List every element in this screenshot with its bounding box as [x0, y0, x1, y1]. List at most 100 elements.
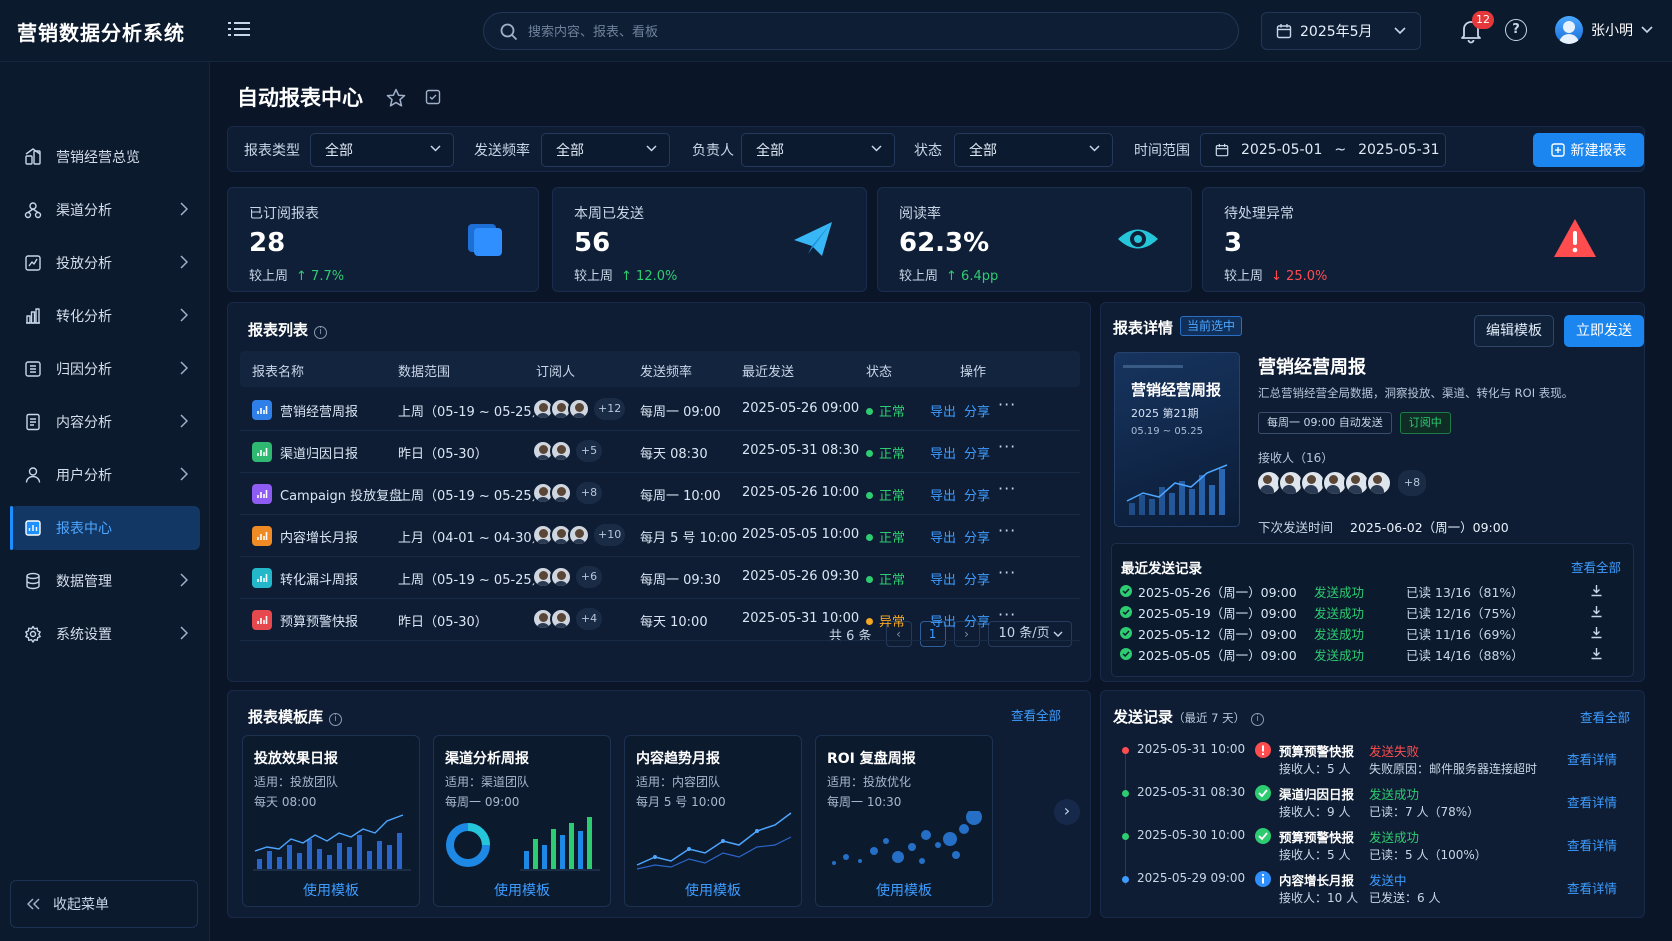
subscriber-avatars[interactable]: +6: [532, 566, 602, 588]
table-row[interactable]: Campaign 投放复盘 上周（05-19 ~ 05-25） +8 每周一 10:0…: [240, 473, 1080, 515]
search-box[interactable]: [483, 12, 1239, 50]
filter-freq-select[interactable]: 全部: [541, 133, 670, 167]
export-link[interactable]: 导出: [930, 401, 956, 420]
sidebar-item-3[interactable]: 转化分析: [10, 294, 200, 338]
template-card[interactable]: ROI 复盘周报 适用：投放优化 每周一 10:30 使用模板: [815, 735, 993, 907]
table-row[interactable]: 预算预警快报 昨日（05-30） +4 每天 10:00 2025-05-31 10:0…: [240, 599, 1080, 641]
recent-view-all-link[interactable]: 查看全部: [1571, 557, 1621, 576]
report-name[interactable]: 预算预警快报: [280, 611, 358, 630]
template-card[interactable]: 渠道分析周报 适用：渠道团队 每周一 09:00 使用模板: [433, 735, 611, 907]
send-log-view-all-link[interactable]: 查看全部: [1580, 707, 1630, 726]
edit-icon[interactable]: [425, 89, 441, 105]
download-icon[interactable]: [1590, 626, 1603, 639]
star-icon[interactable]: [386, 88, 406, 108]
download-icon[interactable]: [1590, 647, 1603, 660]
subscriber-avatars[interactable]: +4: [532, 608, 602, 630]
template-card[interactable]: 内容趋势月报 适用：内容团队 每月 5 号 10:00 使用模板: [624, 735, 802, 907]
export-link[interactable]: 导出: [930, 443, 956, 462]
more-options-icon[interactable]: ···: [998, 521, 1016, 540]
send-log-report-name[interactable]: 内容增长月报: [1279, 870, 1354, 889]
templates-view-all-link[interactable]: 查看全部: [1011, 705, 1061, 724]
sidebar-item-6[interactable]: 用户分析: [10, 453, 200, 497]
download-icon[interactable]: [1590, 605, 1603, 618]
check-circle-icon: [1120, 627, 1132, 639]
share-link[interactable]: 分享: [964, 401, 990, 420]
next-templates-arrow[interactable]: ›: [1054, 799, 1080, 825]
table-row[interactable]: 营销经营周报 上周（05-19 ~ 05-25） +12 每周一 09:00 2025-…: [240, 389, 1080, 431]
download-icon[interactable]: [1590, 584, 1603, 597]
more-options-icon[interactable]: ···: [998, 479, 1016, 498]
view-detail-link[interactable]: 查看详情: [1567, 792, 1617, 811]
send-log-report-name[interactable]: 预算预警快报: [1279, 827, 1354, 846]
filter-status-select[interactable]: 全部: [954, 133, 1113, 167]
share-link[interactable]: 分享: [964, 611, 990, 630]
view-detail-link[interactable]: 查看详情: [1567, 835, 1617, 854]
more-options-icon[interactable]: ···: [998, 437, 1016, 456]
report-name[interactable]: 转化漏斗周报: [280, 569, 358, 588]
sidebar-item-4[interactable]: 归因分析: [10, 347, 200, 391]
info-icon[interactable]: i: [314, 326, 328, 339]
date-range-picker[interactable]: 2025-05-01 ~ 2025-05-31: [1200, 133, 1446, 167]
subscriber-avatars[interactable]: +12: [532, 398, 626, 420]
share-link[interactable]: 分享: [964, 527, 990, 546]
use-template-button[interactable]: 使用模板: [816, 880, 992, 900]
collapse-menu-button[interactable]: 收起菜单: [10, 880, 198, 928]
use-template-button[interactable]: 使用模板: [625, 880, 801, 900]
filter-type-select[interactable]: 全部: [310, 133, 454, 167]
menu-toggle-icon[interactable]: [228, 18, 250, 40]
export-link[interactable]: 导出: [930, 611, 956, 630]
info-icon[interactable]: i: [329, 713, 343, 726]
export-link[interactable]: 导出: [930, 569, 956, 588]
share-link[interactable]: 分享: [964, 569, 990, 588]
kpi-card-0[interactable]: 已订阅报表 28 较上周 ↑ 7.7%: [227, 187, 539, 292]
filter-owner-select[interactable]: 全部: [741, 133, 895, 167]
share-link[interactable]: 分享: [964, 485, 990, 504]
share-link[interactable]: 分享: [964, 443, 990, 462]
sidebar-item-0[interactable]: 营销经营总览: [10, 135, 200, 179]
kpi-card-1[interactable]: 本周已发送 56 较上周 ↑ 12.0%: [552, 187, 867, 292]
more-options-icon[interactable]: ···: [998, 563, 1016, 582]
send-log-report-name[interactable]: 渠道归因日报: [1279, 784, 1354, 803]
export-link[interactable]: 导出: [930, 527, 956, 546]
send-log-report-name[interactable]: 预算预警快报: [1279, 741, 1354, 760]
export-link[interactable]: 导出: [930, 485, 956, 504]
edit-template-button[interactable]: 编辑模板: [1474, 315, 1554, 347]
user-menu[interactable]: 张小明: [1555, 16, 1653, 44]
use-template-button[interactable]: 使用模板: [434, 880, 610, 900]
use-template-button[interactable]: 使用模板: [243, 880, 419, 900]
report-type-icon: [252, 610, 272, 630]
report-name[interactable]: 营销经营周报: [280, 401, 358, 420]
help-icon[interactable]: ?: [1505, 19, 1527, 41]
sidebar-item-2[interactable]: 投放分析: [10, 241, 200, 285]
report-name[interactable]: Campaign 投放复盘: [280, 485, 402, 504]
view-detail-link[interactable]: 查看详情: [1567, 878, 1617, 897]
subscriber-avatars[interactable]: +10: [532, 524, 626, 546]
info-icon[interactable]: i: [1251, 713, 1265, 726]
report-thumbnail[interactable]: 营销经营周报 2025 第21期 05.19 ~ 05.25: [1114, 352, 1240, 527]
kpi-card-2[interactable]: 阅读率 62.3% 较上周 ↑ 6.4pp: [877, 187, 1192, 292]
sidebar-item-8[interactable]: 数据管理: [10, 559, 200, 603]
more-options-icon[interactable]: ···: [998, 605, 1016, 624]
table-row[interactable]: 内容增长月报 上月（04-01 ~ 04-30） +10 每月 5 号 10:00 20…: [240, 515, 1080, 557]
sidebar-item-5[interactable]: 内容分析: [10, 400, 200, 444]
sidebar-item-9[interactable]: 系统设置: [10, 612, 200, 656]
table-row[interactable]: 渠道归因日报 昨日（05-30） +5 每天 08:30 2025-05-31 08:3…: [240, 431, 1080, 473]
month-picker[interactable]: 2025年5月: [1261, 12, 1421, 50]
report-name[interactable]: 内容增长月报: [280, 527, 358, 546]
sidebar-item-7[interactable]: 报表中心: [10, 506, 200, 550]
view-detail-link[interactable]: 查看详情: [1567, 749, 1617, 768]
sidebar-item-1[interactable]: 渠道分析: [10, 188, 200, 232]
recent-status: 发送成功: [1314, 648, 1365, 663]
kpi-card-3[interactable]: 待处理异常 3 较上周 ↓ 25.0%: [1202, 187, 1645, 292]
send-now-button[interactable]: 立即发送: [1564, 315, 1644, 347]
template-card[interactable]: 投放效果日报 适用：投放团队 每天 08:00 使用模板: [242, 735, 420, 907]
chevron-right-icon: [180, 467, 188, 481]
subscriber-avatars[interactable]: +8: [532, 482, 602, 504]
subscriber-avatars[interactable]: +5: [532, 440, 602, 462]
new-report-button[interactable]: 新建报表: [1533, 133, 1644, 167]
search-input[interactable]: [528, 21, 1218, 43]
table-row[interactable]: 转化漏斗周报 上周（05-19 ~ 05-25） +6 每周一 09:30 2025-0…: [240, 557, 1080, 599]
send-log-row: 2025-05-31 08:30 渠道归因日报 发送成功 接收人：9 人 已读：7 人（…: [1115, 782, 1625, 826]
more-options-icon[interactable]: ···: [998, 395, 1016, 414]
report-name[interactable]: 渠道归因日报: [280, 443, 358, 462]
